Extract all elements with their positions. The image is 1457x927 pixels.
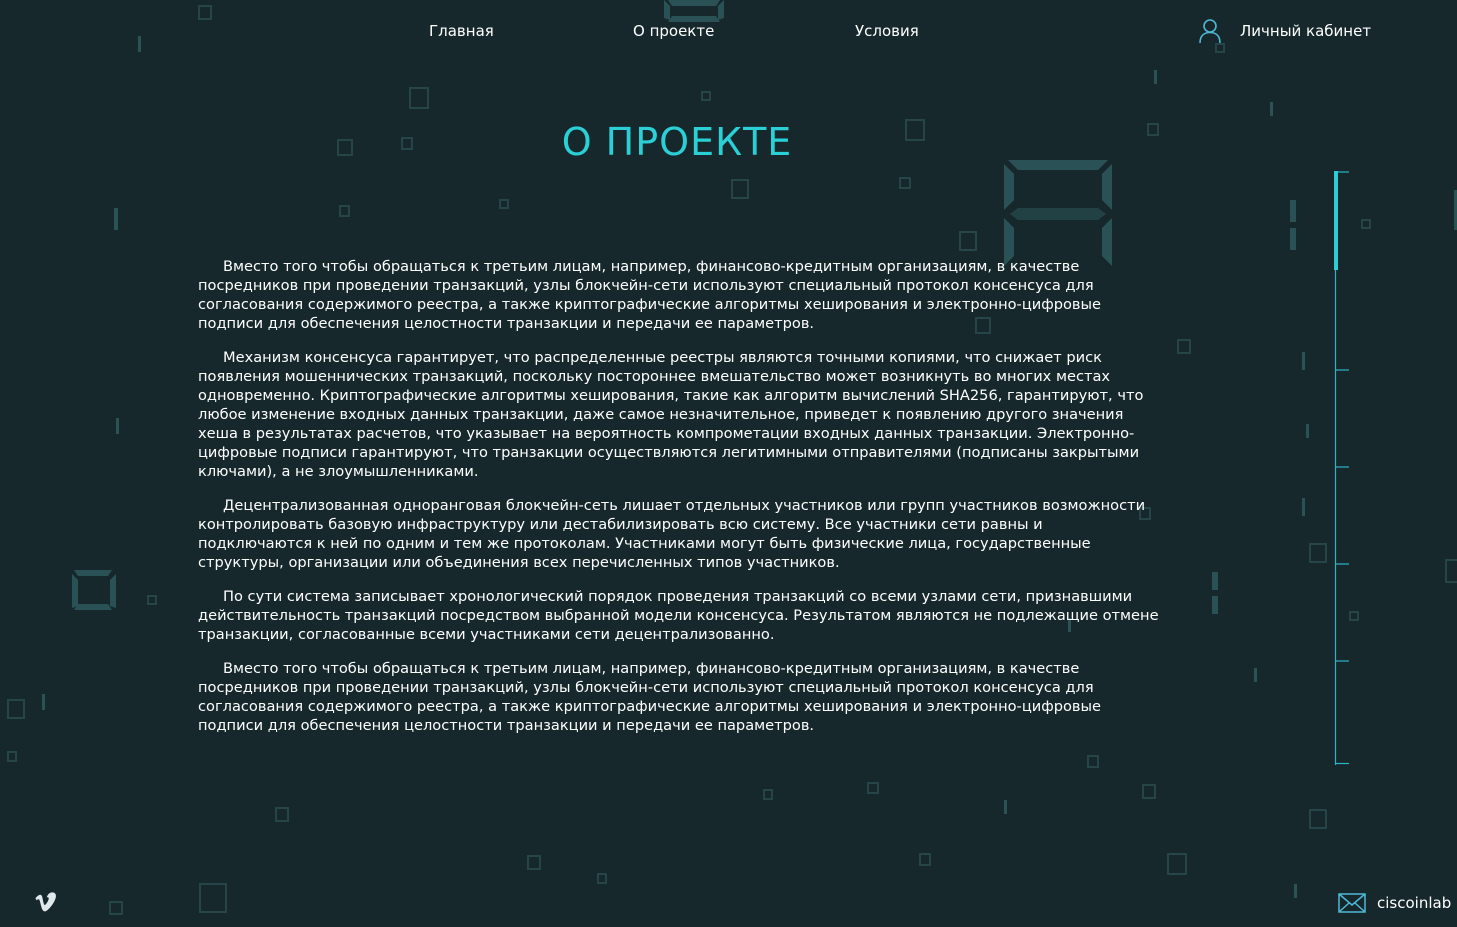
email-text: ciscoinlab (1377, 894, 1452, 912)
mail-icon (1338, 893, 1366, 913)
paragraph: Децентрализованная одноранговая блокчейн… (198, 497, 1146, 571)
about-page: Главная О проекте Условия Личный кабинет… (0, 0, 1457, 927)
account-link[interactable]: Личный кабинет (1198, 18, 1371, 44)
nav-home-link[interactable]: Главная (429, 20, 494, 42)
nav-terms-link[interactable]: Условия (855, 20, 919, 42)
account-label: Личный кабинет (1240, 22, 1372, 40)
section-scroll-navigator[interactable] (1334, 171, 1350, 765)
email-link[interactable]: ciscoinlab (1338, 892, 1451, 914)
vimeo-icon[interactable] (34, 890, 58, 914)
user-icon (1199, 19, 1221, 44)
paragraph: Механизм консенсуса гарантирует, что рас… (198, 349, 1144, 480)
paragraph: Вместо того чтобы обращаться к третьим л… (198, 258, 1102, 332)
section-marker-1[interactable] (1334, 171, 1349, 270)
page-title: О ПРОЕКТЕ (561, 120, 793, 164)
nav-about-link[interactable]: О проекте (633, 20, 714, 42)
article-content: Вместо того чтобы обращаться к третьим л… (198, 257, 1160, 750)
paragraph: Вместо того чтобы обращаться к третьим л… (198, 660, 1102, 734)
paragraph: По сути система записывает хронологическ… (198, 588, 1159, 643)
